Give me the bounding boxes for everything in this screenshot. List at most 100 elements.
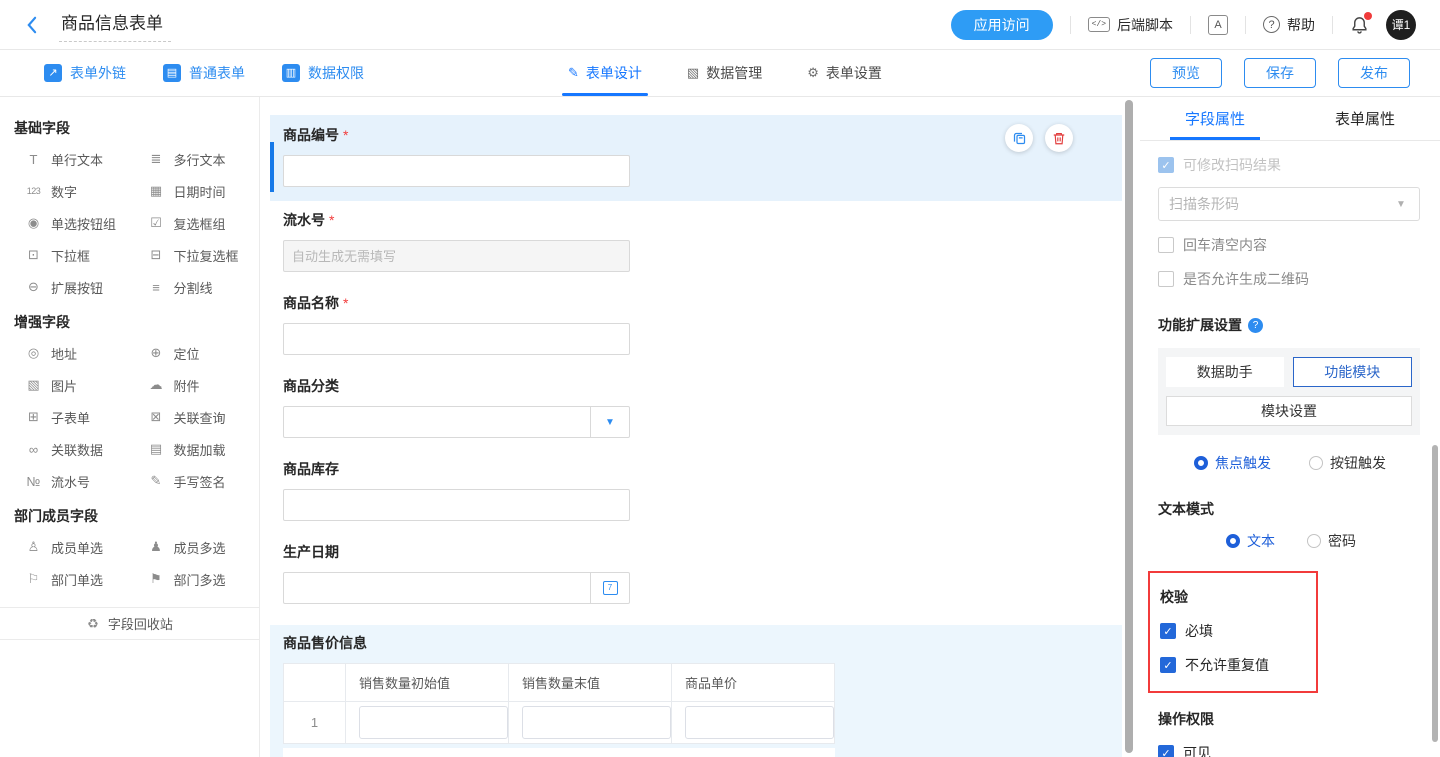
help-circle-icon[interactable]: ?: [1248, 318, 1263, 333]
field-type-multi-text[interactable]: ≣多行文本: [137, 143, 260, 175]
canvas-field-name[interactable]: 商品名称*: [270, 293, 1122, 355]
normal-form-label: 普通表单: [189, 63, 245, 83]
text-mode-password-radio[interactable]: 密码: [1307, 531, 1356, 551]
field-type-signature[interactable]: ✎手写签名: [137, 465, 260, 497]
field-type-dept-multi[interactable]: ⚑部门多选: [137, 563, 260, 595]
qty-start-input[interactable]: [359, 706, 508, 739]
canvas-field-stock[interactable]: 商品库存: [270, 459, 1122, 521]
translate-icon[interactable]: A: [1208, 15, 1228, 35]
field-type-label: 成员单选: [51, 538, 103, 557]
canvas-field-price-subform[interactable]: 商品售价信息 销售数量初始值 销售数量末值 商品单价 1: [270, 625, 1122, 757]
data-permission-label: 数据权限: [308, 63, 364, 83]
unit-price-input[interactable]: [685, 706, 834, 739]
data-manage-icon: ▧: [687, 65, 699, 81]
field-type-serial-number[interactable]: №流水号: [14, 465, 137, 497]
stock-input[interactable]: [283, 489, 630, 521]
field-type-datetime[interactable]: ▦日期时间: [137, 175, 260, 207]
validation-title: 校验: [1160, 587, 1316, 607]
required-checkbox[interactable]: ✓ 必填: [1160, 621, 1316, 641]
field-type-attachment[interactable]: ☁附件: [137, 369, 260, 401]
field-type-divider[interactable]: ≡分割线: [137, 271, 260, 303]
field-label: 商品库存: [283, 459, 1122, 479]
calendar-glyph: 7: [603, 581, 618, 595]
trigger-focus-radio[interactable]: 焦点触发: [1194, 453, 1271, 473]
notification-bell-button[interactable]: [1350, 15, 1369, 35]
category-select[interactable]: ▼: [283, 406, 630, 438]
clear-on-enter-checkbox[interactable]: 回车清空内容: [1158, 235, 1420, 255]
canvas-field-category[interactable]: 商品分类 ▼: [270, 376, 1122, 438]
subform-label: 商品售价信息: [283, 633, 1122, 653]
field-type-image[interactable]: ▧图片: [14, 369, 137, 401]
required-asterisk: *: [329, 212, 334, 228]
panel-scrollbar[interactable]: [1432, 445, 1438, 742]
field-type-address[interactable]: ◎地址: [14, 337, 137, 369]
field-type-number[interactable]: 123数字: [14, 175, 137, 207]
field-type-data-load[interactable]: ▤数据加载: [137, 433, 260, 465]
chevron-down-icon[interactable]: ▼: [590, 407, 629, 437]
subform-footer[interactable]: [283, 748, 835, 757]
tab-field-properties[interactable]: 字段属性: [1140, 97, 1290, 140]
trigger-button-label: 按钮触发: [1330, 453, 1386, 473]
field-type-checkbox-group[interactable]: ☑复选框组: [137, 207, 260, 239]
field-type-radio-group[interactable]: ◉单选按钮组: [14, 207, 137, 239]
tab-data-manage[interactable]: ▧ 数据管理: [687, 50, 762, 96]
back-button[interactable]: [26, 16, 37, 34]
avatar[interactable]: 谭1: [1386, 10, 1416, 40]
text-mode-text-label: 文本: [1247, 531, 1275, 551]
allow-qrcode-checkbox[interactable]: 是否允许生成二维码: [1158, 269, 1420, 289]
field-type-multi-dropdown[interactable]: ⊟下拉复选框: [137, 239, 260, 271]
validation-highlight-box: 校验 ✓ 必填 ✓ 不允许重复值: [1148, 571, 1318, 693]
text-mode-text-radio[interactable]: 文本: [1226, 531, 1275, 551]
data-assistant-button[interactable]: 数据助手: [1166, 357, 1284, 387]
copy-field-button[interactable]: [1005, 124, 1033, 152]
field-type-member-single[interactable]: ♙成员单选: [14, 531, 137, 563]
field-type-relation-data[interactable]: ∞关联数据: [14, 433, 137, 465]
field-type-label: 分割线: [174, 278, 213, 297]
form-external-link-button[interactable]: ↗ 表单外链: [44, 63, 126, 83]
tab-form-design[interactable]: ✎ 表单设计: [568, 50, 642, 96]
canvas-field-serial[interactable]: 流水号*: [270, 210, 1122, 272]
field-type-location[interactable]: ⊕定位: [137, 337, 260, 369]
function-module-button[interactable]: 功能模块: [1293, 357, 1413, 387]
dept-single-icon: ⚐: [25, 571, 42, 587]
field-type-single-text[interactable]: T单行文本: [14, 143, 137, 175]
field-type-extend-button[interactable]: ⊖扩展按钮: [14, 271, 137, 303]
radio-selected-icon: [1226, 534, 1240, 548]
field-type-dept-single[interactable]: ⚐部门单选: [14, 563, 137, 595]
field-type-relation-query[interactable]: ⊠关联查询: [137, 401, 260, 433]
visible-checkbox[interactable]: ✓ 可见: [1158, 743, 1420, 757]
modify-scan-result-label: 可修改扫码结果: [1183, 155, 1281, 175]
trigger-button-radio[interactable]: 按钮触发: [1309, 453, 1386, 473]
help-button[interactable]: ? 帮助: [1263, 15, 1315, 35]
canvas-field-date[interactable]: 生产日期 7: [270, 542, 1122, 604]
tab-form-settings[interactable]: ⚙ 表单设置: [807, 50, 882, 96]
field-type-dropdown[interactable]: ⊡下拉框: [14, 239, 137, 271]
normal-form-button[interactable]: ▤ 普通表单: [163, 63, 245, 83]
modify-scan-result-checkbox[interactable]: ✓ 可修改扫码结果: [1158, 155, 1420, 175]
app-access-button[interactable]: 应用访问: [951, 10, 1053, 40]
preview-button[interactable]: 预览: [1150, 58, 1222, 88]
qty-end-input[interactable]: [522, 706, 671, 739]
no-duplicate-checkbox[interactable]: ✓ 不允许重复值: [1160, 655, 1316, 675]
field-recycle-bin[interactable]: ♻ 字段回收站: [0, 607, 260, 640]
tab-form-properties[interactable]: 表单属性: [1290, 97, 1440, 140]
data-permission-button[interactable]: ▥ 数据权限: [282, 63, 364, 83]
backend-script-button[interactable]: </> 后端脚本: [1088, 15, 1173, 35]
product-name-input[interactable]: [283, 323, 630, 355]
sku-input[interactable]: [283, 155, 630, 187]
checkbox-checked-disabled-icon: ✓: [1158, 157, 1174, 173]
field-type-subform[interactable]: ⊞子表单: [14, 401, 137, 433]
calendar-picker-icon[interactable]: 7: [590, 573, 629, 603]
divider: [1190, 16, 1191, 34]
canvas-field-sku[interactable]: 商品编号*: [270, 115, 1122, 201]
canvas-scrollbar[interactable]: [1125, 100, 1133, 753]
module-settings-button[interactable]: 模块设置: [1166, 396, 1412, 426]
form-title[interactable]: 商品信息表单: [59, 7, 171, 42]
save-button[interactable]: 保存: [1244, 58, 1316, 88]
field-type-member-multi[interactable]: ♟成员多选: [137, 531, 260, 563]
delete-field-button[interactable]: [1045, 124, 1073, 152]
divider: [1245, 16, 1246, 34]
date-input[interactable]: 7: [283, 572, 630, 604]
publish-button[interactable]: 发布: [1338, 58, 1410, 88]
field-label: 流水号*: [283, 210, 1122, 230]
